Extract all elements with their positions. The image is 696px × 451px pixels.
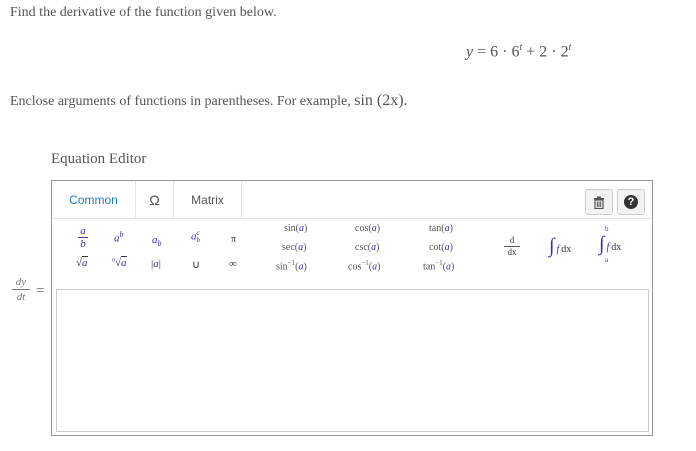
tan-label: tan [429,223,442,234]
sin-label: sin [284,223,296,234]
abs-button[interactable]: |a| [151,258,161,270]
help-button[interactable]: ? [617,189,645,215]
answer-input[interactable] [56,289,649,432]
cot-button[interactable]: cot(a) [429,242,453,253]
cot-label: cot [429,242,442,253]
integral-dx: dx [561,244,572,255]
tan-arg: a [444,223,450,234]
equation-eq: = [477,43,487,61]
cos-label: cos [355,223,369,234]
equation-base-2: 2 [560,43,569,61]
question-prompt: Find the derivative of the function give… [10,5,277,20]
given-function: y = 6 · 6t + 2 · 2t [466,42,571,61]
equation-exp-1: t [519,42,523,53]
arccos-button[interactable]: cos−1(a) [348,259,380,272]
equation-exp-2: t [568,42,572,53]
subsup-button[interactable]: acb [191,230,200,244]
abs-close: | [158,258,161,270]
symbol-palette: a b ab ab acb π √a n√a |a| ∪ ∞ sin(a) se… [52,219,652,289]
editor-title: Equation Editor [51,151,147,167]
pi-button[interactable]: π [231,234,236,245]
cos-arg: a [371,223,377,234]
infinity-button[interactable]: ∞ [229,258,237,270]
csc-label: csc [355,242,368,253]
power-exponent: b [119,230,124,239]
sec-label: sec [282,242,295,253]
arctan-label: tan [423,261,436,273]
hint-text: Enclose arguments of functions in parent… [10,92,408,110]
integral-sign: ∫ [549,235,555,257]
arcsin-button[interactable]: sin−1(a) [276,259,307,272]
trash-icon [594,196,604,209]
definite-integral-body: f [606,242,610,253]
arcsin-label: sin [276,261,288,273]
sec-arg: a [298,242,304,253]
arctan-arg: a [446,261,452,273]
clear-button[interactable] [585,189,613,215]
equation-dot-2: · [551,43,557,61]
arctan-button[interactable]: tan−1(a) [423,259,454,272]
equation-lhs: y [466,43,474,61]
csc-arg: a [371,242,377,253]
arcsin-arg: a [298,261,304,273]
definite-integral-sign: ∫ [599,233,605,255]
answer-lhs: dy dt [12,276,30,303]
tab-matrix[interactable]: Matrix [174,181,242,219]
hint-example: sin (2x). [354,92,408,109]
definite-integral-dx: dx [611,242,622,253]
tan-button[interactable]: tan(a) [429,223,453,234]
subscript-index: b [157,239,162,249]
answer-equals: = [36,283,45,299]
integral-body: f [556,244,560,255]
nth-root-button[interactable]: n√a [112,256,127,269]
integral-button[interactable]: ∫ f dx [549,235,571,258]
tab-common[interactable]: Common [52,181,136,219]
hint-label: Enclose arguments of functions in parent… [10,94,351,109]
equation-dot-1: · [502,43,508,61]
subsup-sub: b [196,236,201,244]
derivative-numerator: d [509,235,515,245]
subscript-button[interactable]: ab [152,234,162,248]
equation-plus: + [526,43,536,61]
union-button[interactable]: ∪ [192,258,200,271]
arccos-exp: −1 [361,259,369,267]
arctan-exp: −1 [435,259,443,267]
sqrt-argument: a [82,256,88,269]
tab-symbols[interactable]: Ω [136,181,174,219]
fraction-numerator: a [80,225,86,237]
fraction-denominator: b [80,238,86,250]
sin-button[interactable]: sin(a) [284,223,307,234]
arccos-label: cos [348,261,362,273]
csc-button[interactable]: csc(a) [355,242,379,253]
cot-arg: a [444,242,450,253]
arccos-arg: a [372,261,378,273]
sqrt-button[interactable]: √a [76,256,88,269]
answer-lhs-numerator: dy [15,276,27,288]
definite-integral-lower: a [605,256,609,264]
definite-integral-button[interactable]: b ∫ f dx a [599,225,621,264]
editor-tabs: Common Ω Matrix ? [52,181,652,219]
answer-lhs-denominator: dt [16,291,26,303]
nth-root-argument: a [121,256,127,269]
fraction-button[interactable]: a b [78,225,88,250]
equation-coef-1: 6 [490,43,499,61]
help-icon: ? [624,195,638,209]
definite-integral-upper: b [605,225,609,233]
arcsin-exp: −1 [287,259,296,267]
cos-button[interactable]: cos(a) [355,223,380,234]
sin-arg: a [299,223,305,234]
power-button[interactable]: ab [114,230,124,245]
equation-coef-2: 2 [539,43,548,61]
sec-button[interactable]: sec(a) [282,242,306,253]
derivative-button[interactable]: d dx [504,236,520,257]
derivative-denominator: dx [507,247,517,257]
